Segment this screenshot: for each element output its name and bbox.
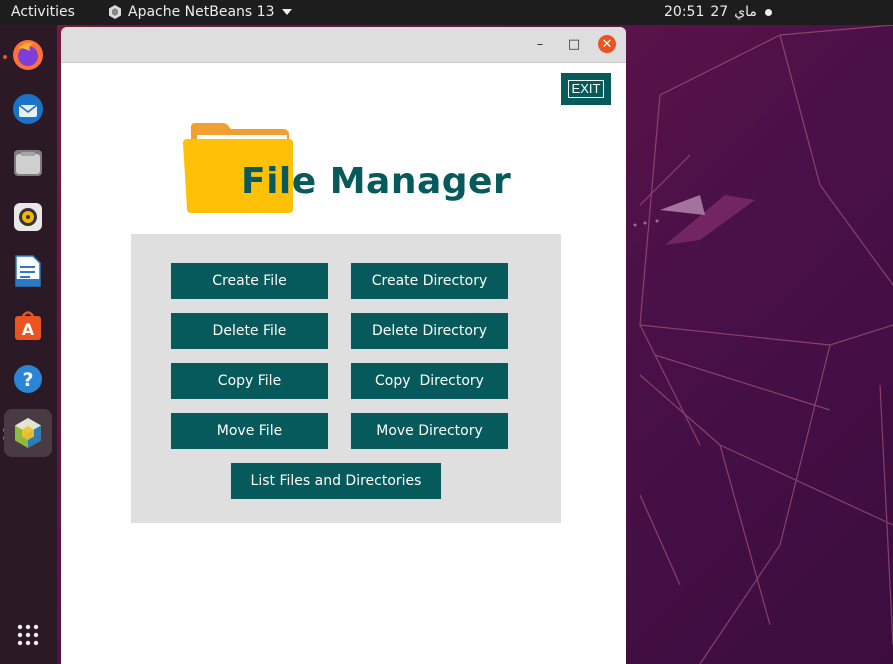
- operations-panel: Create File Create Directory Delete File…: [131, 234, 561, 523]
- exit-button[interactable]: EXIT: [561, 73, 611, 105]
- chevron-down-icon: [282, 9, 293, 15]
- firefox-icon[interactable]: [4, 31, 52, 79]
- svg-text:?: ?: [22, 369, 33, 391]
- page-title: File Manager: [241, 161, 512, 202]
- delete-directory-button[interactable]: Delete Directory: [351, 313, 508, 349]
- svg-text:A: A: [22, 320, 35, 339]
- list-files-button[interactable]: List Files and Directories: [231, 463, 441, 499]
- app-name: Apache NetBeans 13: [128, 4, 275, 20]
- libreoffice-writer-icon[interactable]: [4, 247, 52, 295]
- clock-day: 27: [710, 4, 729, 20]
- move-file-button[interactable]: Move File: [171, 413, 328, 449]
- exit-label: EXIT: [568, 80, 604, 98]
- rhythmbox-icon[interactable]: [4, 193, 52, 241]
- files-icon[interactable]: [4, 139, 52, 187]
- activities-button[interactable]: Activities: [11, 4, 75, 20]
- delete-file-button[interactable]: Delete File: [171, 313, 328, 349]
- thunderbird-icon[interactable]: [4, 85, 52, 133]
- minimize-button[interactable]: –: [531, 35, 549, 53]
- file-manager-window: – □ ✕ EXIT File Manager Create File Crea…: [61, 27, 626, 664]
- move-directory-button[interactable]: Move Directory: [351, 413, 508, 449]
- create-directory-button[interactable]: Create Directory: [351, 263, 508, 299]
- clock[interactable]: 20:51 27 ماي: [664, 4, 757, 20]
- show-apps-icon[interactable]: [4, 611, 52, 659]
- notification-dot-icon: [765, 9, 772, 16]
- copy-file-button[interactable]: Copy File: [171, 363, 328, 399]
- app-menu[interactable]: Apache NetBeans 13: [108, 4, 293, 20]
- create-file-button[interactable]: Create File: [171, 263, 328, 299]
- maximize-button[interactable]: □: [565, 35, 583, 53]
- netbeans-small-icon: [109, 5, 121, 19]
- top-bar: Activities Apache NetBeans 13 20:51 27 م…: [0, 0, 893, 25]
- copy-directory-button[interactable]: Copy Directory: [351, 363, 508, 399]
- window-titlebar[interactable]: – □ ✕: [61, 27, 626, 63]
- clock-month: ماي: [734, 4, 757, 20]
- dock: A ?: [0, 25, 57, 664]
- help-icon[interactable]: ?: [4, 355, 52, 403]
- netbeans-icon[interactable]: [4, 409, 52, 457]
- clock-time: 20:51: [664, 4, 705, 20]
- app-center-icon[interactable]: A: [4, 301, 52, 349]
- close-button[interactable]: ✕: [598, 35, 616, 53]
